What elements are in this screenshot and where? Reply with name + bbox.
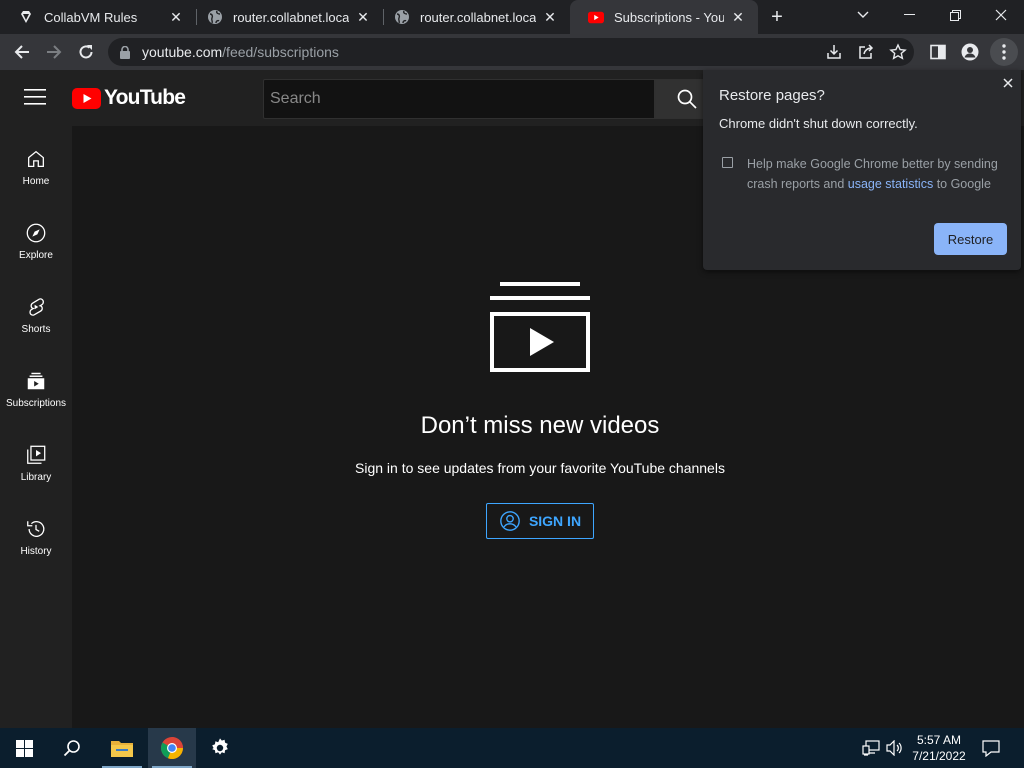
folder-icon <box>111 741 133 757</box>
account-circle-icon <box>499 510 521 532</box>
restore-window-button[interactable] <box>932 0 978 30</box>
more-menu-icon[interactable] <box>992 40 1016 64</box>
sidebar-item-history[interactable]: History <box>0 496 72 570</box>
new-tab-button[interactable]: + <box>766 6 788 28</box>
globe-icon <box>207 9 223 25</box>
tab-title: Subscriptions - YouTube <box>614 9 724 25</box>
sidebar-item-label: Library <box>20 472 52 483</box>
windows-taskbar: 5:57 AM 7/21/2022 <box>0 728 1024 768</box>
file-explorer-button[interactable] <box>98 728 146 768</box>
close-window-button[interactable] <box>978 0 1024 30</box>
globe-icon <box>394 9 410 25</box>
subscriptions-icon <box>27 372 45 390</box>
search-icon <box>677 89 697 109</box>
tab-router-2[interactable]: router.collabnet.local/t ✕ <box>376 0 570 34</box>
hamburger-menu-icon[interactable] <box>24 88 48 108</box>
settings-taskbar-button[interactable] <box>196 728 244 768</box>
dialog-close-icon[interactable] <box>999 74 1017 92</box>
sidebar-item-shorts[interactable]: Shorts <box>0 274 72 348</box>
search-icon <box>63 740 80 757</box>
usage-statistics-link[interactable]: usage statistics <box>848 177 933 191</box>
search-input[interactable]: Search <box>263 79 655 119</box>
shorts-icon <box>29 298 44 316</box>
dialog-title: Restore pages? <box>719 87 825 104</box>
clock-time: 5:57 AM <box>916 733 962 747</box>
youtube-logo[interactable]: YouTube <box>72 86 186 110</box>
history-icon <box>27 521 45 537</box>
restore-pages-dialog: Restore pages? Chrome didn't shut down c… <box>703 70 1021 270</box>
windows-logo-icon <box>15 739 33 757</box>
gear-icon <box>212 738 228 755</box>
tab-close-icon[interactable]: ✕ <box>355 9 371 25</box>
tab-close-icon[interactable]: ✕ <box>542 9 558 25</box>
sidebar-item-explore[interactable]: Explore <box>0 200 72 274</box>
sidebar-item-library[interactable]: Library <box>0 422 72 496</box>
profile-icon[interactable] <box>958 40 982 64</box>
tab-router-1[interactable]: router.collabnet.local/t ✕ <box>189 0 383 34</box>
tab-search-icon[interactable] <box>840 0 886 30</box>
tab-strip: CollabVM Rules ✕ router.collabnet.local/… <box>0 0 1024 34</box>
back-button[interactable] <box>8 38 36 66</box>
search-placeholder: Search <box>270 90 321 107</box>
tab-close-icon[interactable]: ✕ <box>168 9 184 25</box>
chrome-icon <box>160 737 184 760</box>
browser-toolbar: youtube.com/feed/subscriptions <box>0 34 1024 70</box>
youtube-logo-text: YouTube <box>104 86 186 109</box>
taskbar-search-button[interactable] <box>48 728 96 768</box>
sidebar-item-home[interactable]: Home <box>0 126 72 200</box>
network-icon[interactable] <box>858 728 884 768</box>
install-app-icon[interactable] <box>822 40 846 64</box>
bookmark-star-icon[interactable] <box>886 40 910 64</box>
minimize-button[interactable] <box>886 0 932 30</box>
sidebar-item-label: Subscriptions <box>5 398 67 409</box>
tab-collabvm-rules[interactable]: CollabVM Rules ✕ <box>0 0 196 34</box>
chrome-taskbar-button[interactable] <box>148 728 196 768</box>
dialog-message: Chrome didn't shut down correctly. <box>719 116 918 131</box>
start-button[interactable] <box>0 728 48 768</box>
youtube-sidebar: Home Explore Shorts Subscriptions Librar… <box>0 126 72 728</box>
clock-date: 7/21/2022 <box>912 749 966 763</box>
checkbox-text-end: to Google <box>933 177 991 191</box>
sign-in-label: SIGN IN <box>528 513 582 529</box>
tab-close-icon[interactable]: ✕ <box>730 9 746 25</box>
lock-icon <box>120 45 134 59</box>
crash-report-checkbox[interactable] <box>722 157 733 168</box>
url-host: youtube.com <box>142 44 223 60</box>
sidebar-item-label: Shorts <box>21 324 51 335</box>
system-clock[interactable]: 5:57 AM 7/21/2022 <box>904 732 974 764</box>
subscriptions-hero-icon <box>490 282 590 377</box>
reload-button[interactable] <box>72 38 100 66</box>
library-icon <box>27 445 46 464</box>
share-icon[interactable] <box>854 40 878 64</box>
home-icon <box>28 150 44 167</box>
tab-title: CollabVM Rules <box>44 9 138 25</box>
tab-subscriptions-youtube[interactable]: Subscriptions - YouTube ✕ <box>570 0 758 34</box>
side-panel-icon[interactable] <box>926 40 950 64</box>
page-subtext: Sign in to see updates from your favorit… <box>355 460 725 476</box>
address-bar[interactable]: youtube.com/feed/subscriptions <box>108 38 914 66</box>
page-heading: Don’t miss new videos <box>420 412 660 439</box>
tab-title: router.collabnet.local/t <box>233 9 349 25</box>
sidebar-item-label: History <box>20 546 52 557</box>
sidebar-item-label: Home <box>22 176 50 187</box>
notifications-icon[interactable] <box>978 728 1004 768</box>
volume-icon[interactable] <box>884 728 906 768</box>
collabvm-favicon-icon <box>18 9 34 25</box>
sidebar-item-subscriptions[interactable]: Subscriptions <box>0 348 72 422</box>
forward-button[interactable] <box>40 38 68 66</box>
url-path: /feed/subscriptions <box>222 44 339 60</box>
youtube-play-logo-icon <box>72 87 101 109</box>
youtube-favicon-icon <box>588 9 604 25</box>
crash-report-checkbox-label: Help make Google Chrome better by sendin… <box>747 154 1009 194</box>
restore-button[interactable]: Restore <box>934 223 1007 255</box>
sign-in-button[interactable]: SIGN IN <box>486 503 594 539</box>
tab-title: router.collabnet.local/t <box>420 9 536 25</box>
compass-icon <box>26 223 46 243</box>
sidebar-item-label: Explore <box>19 250 53 261</box>
